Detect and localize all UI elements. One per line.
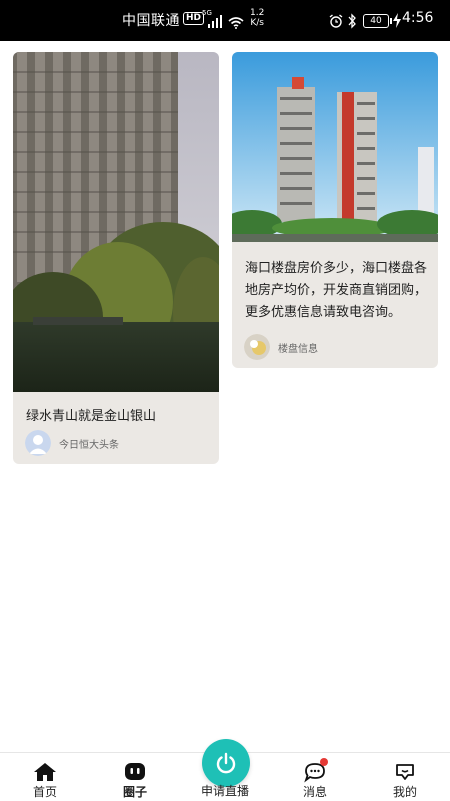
signal-icon bbox=[208, 15, 222, 28]
card-title: 海口楼盘房价多少，海口楼盘各地房产均价，开发商直销团购，更多优惠信息请致电咨询。 bbox=[245, 261, 428, 320]
author-name: 今日恒大头条 bbox=[59, 440, 119, 451]
alarm-icon bbox=[329, 14, 343, 28]
apply-live-button[interactable] bbox=[202, 739, 250, 787]
avatar bbox=[244, 334, 270, 360]
status-bar: 中国联通 HD 5G 1.2 K/s 40 4:56 bbox=[0, 0, 450, 41]
nav-item-messages[interactable]: 消息 bbox=[270, 753, 360, 801]
nav-label: 我的 bbox=[392, 785, 417, 799]
circle-icon bbox=[125, 763, 145, 780]
card-image bbox=[232, 52, 438, 242]
home-icon bbox=[34, 763, 56, 781]
power-icon bbox=[216, 752, 236, 774]
clock: 4:56 bbox=[402, 10, 434, 26]
speed-unit: K/s bbox=[250, 18, 264, 28]
nav-label: 消息 bbox=[302, 785, 327, 799]
nav-label: 首页 bbox=[32, 785, 57, 799]
feed-card[interactable]: 海口楼盘房价多少，海口楼盘各地房产均价，开发商直销团购，更多优惠信息请致电咨询。… bbox=[232, 52, 438, 368]
nav-item-home[interactable]: 首页 bbox=[0, 753, 90, 801]
profile-icon bbox=[396, 764, 414, 780]
apply-live-label[interactable]: 申请直播 bbox=[180, 782, 270, 799]
nav-item-circle[interactable]: 圈子 bbox=[90, 753, 180, 801]
author-name: 楼盘信息 bbox=[278, 344, 318, 355]
bluetooth-icon bbox=[348, 13, 356, 29]
avatar bbox=[25, 430, 51, 456]
charging-icon bbox=[393, 13, 401, 28]
battery-icon: 40 bbox=[363, 14, 392, 28]
unread-badge bbox=[320, 758, 328, 766]
card-image bbox=[13, 52, 219, 392]
nav-label: 圈子 bbox=[122, 785, 147, 799]
wifi-icon bbox=[228, 17, 244, 29]
feed-card[interactable]: 绿水青山就是金山银山 今日恒大头条 bbox=[13, 52, 219, 464]
carrier-name: 中国联通 bbox=[122, 13, 180, 29]
network-speed: 1.2 K/s bbox=[250, 8, 264, 28]
hd-badge: HD bbox=[183, 12, 205, 25]
nav-item-profile[interactable]: 我的 bbox=[360, 753, 450, 801]
speed-value: 1.2 bbox=[250, 8, 265, 18]
card-title: 绿水青山就是金山银山 bbox=[26, 409, 157, 424]
